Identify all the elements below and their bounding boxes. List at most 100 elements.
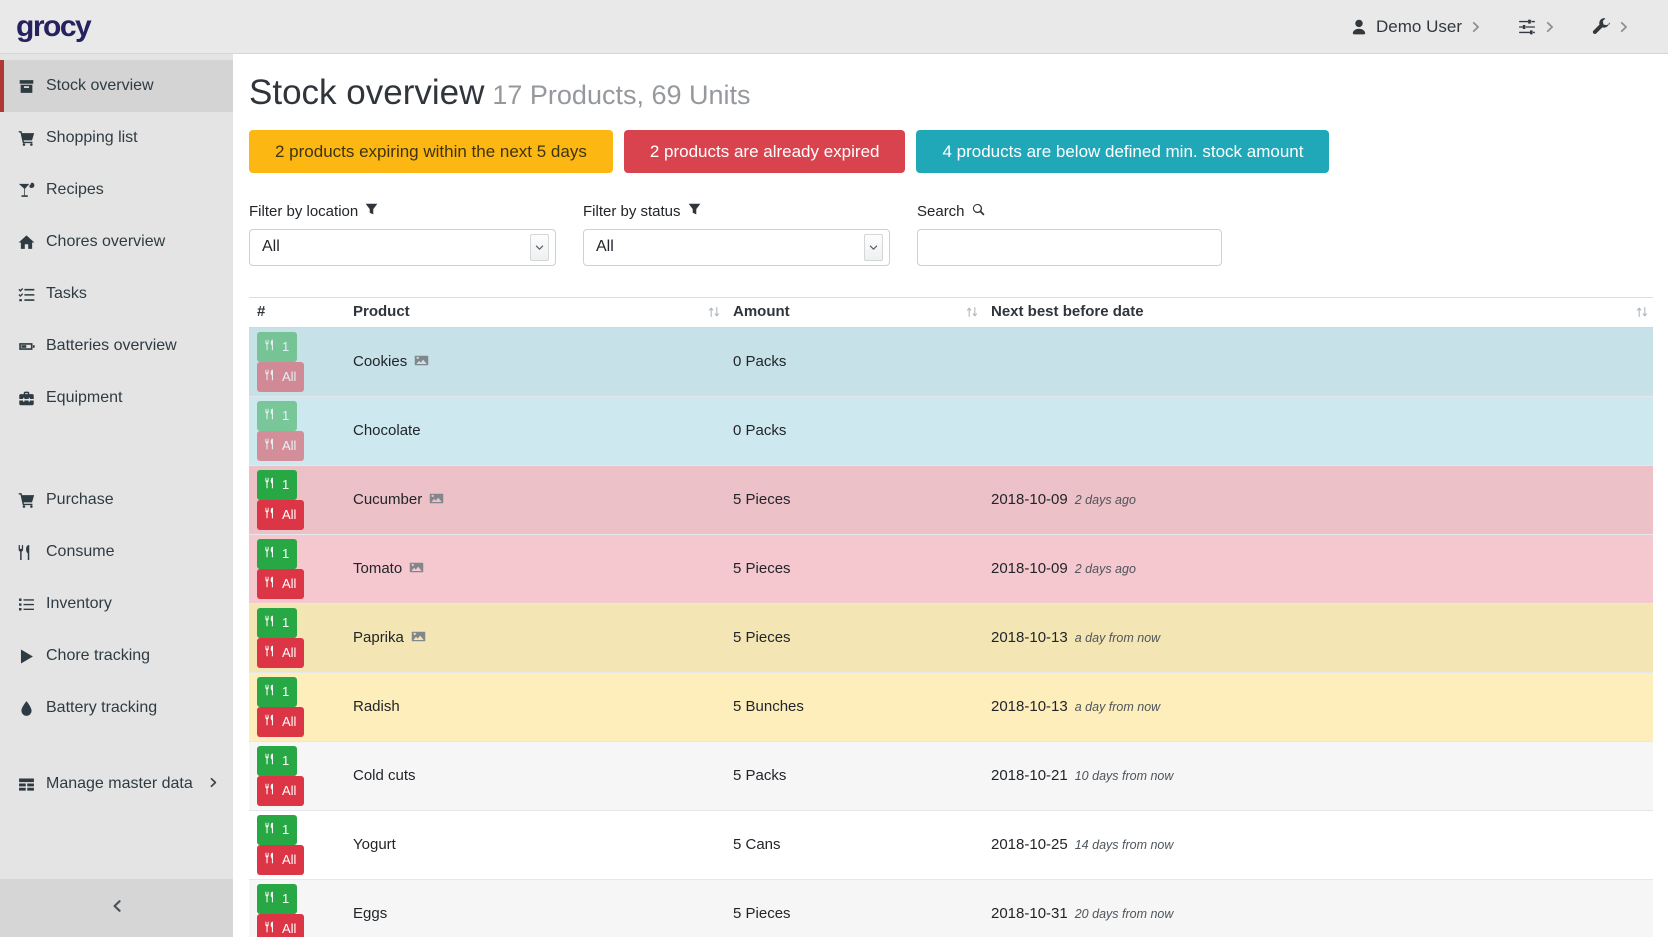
amount-cell: 5 Pieces (725, 879, 983, 937)
status-filter-select[interactable]: All (583, 229, 890, 266)
best-before-relative: a day from now (1075, 700, 1160, 714)
consume-all-button[interactable]: All (257, 569, 304, 599)
sidebar-item-stock-overview[interactable]: Stock overview (0, 60, 233, 112)
product-name: Eggs (353, 905, 387, 922)
cocktail-icon (16, 182, 37, 199)
search-group: Search (917, 203, 1251, 266)
sidebar-item-tasks[interactable]: Tasks (0, 268, 233, 320)
consume-all-button[interactable]: All (257, 776, 304, 806)
play-icon (16, 648, 37, 665)
product-image-icon[interactable] (414, 353, 429, 368)
best-before-relative: 10 days from now (1075, 769, 1174, 783)
consume-all-button[interactable]: All (257, 914, 304, 937)
best-before-relative: a day from now (1075, 631, 1160, 645)
product-name: Cucumber (353, 491, 422, 508)
sidebar-item-label: Tasks (46, 285, 87, 303)
status-filter-value: All (596, 238, 614, 256)
main-content: Stock overview17 Products, 69 Units 2 pr… (233, 0, 1668, 937)
wrench-icon (1592, 18, 1610, 36)
sidebar-item-label: Stock overview (46, 77, 154, 95)
location-filter-select[interactable]: All (249, 229, 556, 266)
sidebar-item-recipes[interactable]: Recipes (0, 164, 233, 216)
utensils-icon (265, 408, 277, 423)
consume-one-button[interactable]: 1 (257, 815, 297, 845)
column-header-product[interactable]: Product (345, 297, 725, 327)
consume-all-button[interactable]: All (257, 500, 304, 530)
sidebar-collapse-button[interactable] (0, 879, 233, 937)
sort-icon[interactable] (707, 305, 721, 319)
search-label: Search (917, 203, 1251, 220)
best-before-date: 2018-10-13 (991, 698, 1068, 715)
sort-icon[interactable] (1635, 305, 1649, 319)
column-header-amount[interactable]: Amount (725, 297, 983, 327)
best-before-date: 2018-10-09 (991, 560, 1068, 577)
chevron-down-icon (530, 234, 549, 261)
utensils-icon (265, 714, 277, 729)
search-label-text: Search (917, 203, 965, 220)
sidebar-item-manage-master-data[interactable]: Manage master data (0, 758, 233, 810)
sidebar-item-batteries-overview[interactable]: Batteries overview (0, 320, 233, 372)
product-name: Radish (353, 698, 400, 715)
sidebar-item-purchase[interactable]: Purchase (0, 474, 233, 526)
sidebar-item-shopping-list[interactable]: Shopping list (0, 112, 233, 164)
search-icon (972, 203, 985, 220)
consume-one-button[interactable]: 1 (257, 608, 297, 638)
consume-all-button[interactable]: All (257, 362, 304, 392)
amount-cell: 5 Cans (725, 810, 983, 879)
chevron-right-icon (1470, 21, 1482, 33)
sidebar-item-label: Chores overview (46, 233, 165, 251)
app-logo[interactable]: grocy (16, 10, 90, 44)
sidebar-item-battery-tracking[interactable]: Battery tracking (0, 682, 233, 734)
product-name: Yogurt (353, 836, 396, 853)
top-navbar: grocy Demo User (0, 0, 1668, 54)
filter-icon (365, 203, 378, 220)
filter-icon (688, 203, 701, 220)
expiring-alert-button[interactable]: 2 products expiring within the next 5 da… (249, 130, 613, 173)
utensils-icon (265, 339, 277, 354)
consume-one-button[interactable]: 1 (257, 401, 297, 431)
consume-one-button[interactable]: 1 (257, 470, 297, 500)
sidebar-item-label: Recipes (46, 181, 104, 199)
navbar-menus: Demo User (1350, 17, 1630, 37)
sidebar-item-label: Purchase (46, 491, 114, 509)
user-menu[interactable]: Demo User (1350, 17, 1482, 37)
expired-alert-button[interactable]: 2 products are already expired (624, 130, 906, 173)
product-image-icon[interactable] (429, 491, 444, 506)
sidebar-item-equipment[interactable]: Equipment (0, 372, 233, 424)
home-icon (16, 234, 37, 251)
cart-icon (16, 130, 37, 147)
consume-all-button[interactable]: All (257, 845, 304, 875)
sidebar-item-label: Equipment (46, 389, 123, 407)
consume-all-button[interactable]: All (257, 431, 304, 461)
sidebar-item-consume[interactable]: Consume (0, 526, 233, 578)
consume-one-button[interactable]: 1 (257, 746, 297, 776)
sidebar-item-inventory[interactable]: Inventory (0, 578, 233, 630)
sidebar-item-chores-overview[interactable]: Chores overview (0, 216, 233, 268)
location-filter-value: All (262, 238, 280, 256)
sort-icon[interactable] (965, 305, 979, 319)
consume-one-button[interactable]: 1 (257, 677, 297, 707)
product-image-icon[interactable] (411, 629, 426, 644)
consume-all-button[interactable]: All (257, 638, 304, 668)
admin-menu[interactable] (1592, 18, 1630, 36)
sliders-icon (1518, 18, 1536, 36)
consume-one-button[interactable]: 1 (257, 539, 297, 569)
amount-cell: 5 Pieces (725, 534, 983, 603)
consume-one-button[interactable]: 1 (257, 884, 297, 914)
settings-menu[interactable] (1518, 18, 1556, 36)
battery-icon (16, 338, 37, 355)
consume-one-button[interactable]: 1 (257, 332, 297, 362)
sidebar-item-label: Inventory (46, 595, 112, 613)
sidebar-item-chore-tracking[interactable]: Chore tracking (0, 630, 233, 682)
sidebar-item-label: Shopping list (46, 129, 138, 147)
page-title-summary: 17 Products, 69 Units (492, 80, 750, 110)
stock-alerts: 2 products expiring within the next 5 da… (249, 130, 1653, 173)
column-header-best-before[interactable]: Next best before date (983, 297, 1653, 327)
utensils-icon (265, 645, 277, 660)
below-min-stock-alert-button[interactable]: 4 products are below defined min. stock … (916, 130, 1329, 173)
table-row: 1 All Tomato 5 Pieces 2018-10-092 days a… (249, 534, 1653, 603)
consume-all-button[interactable]: All (257, 707, 304, 737)
utensils-icon (265, 438, 277, 453)
product-image-icon[interactable] (409, 560, 424, 575)
search-input[interactable] (917, 229, 1222, 266)
